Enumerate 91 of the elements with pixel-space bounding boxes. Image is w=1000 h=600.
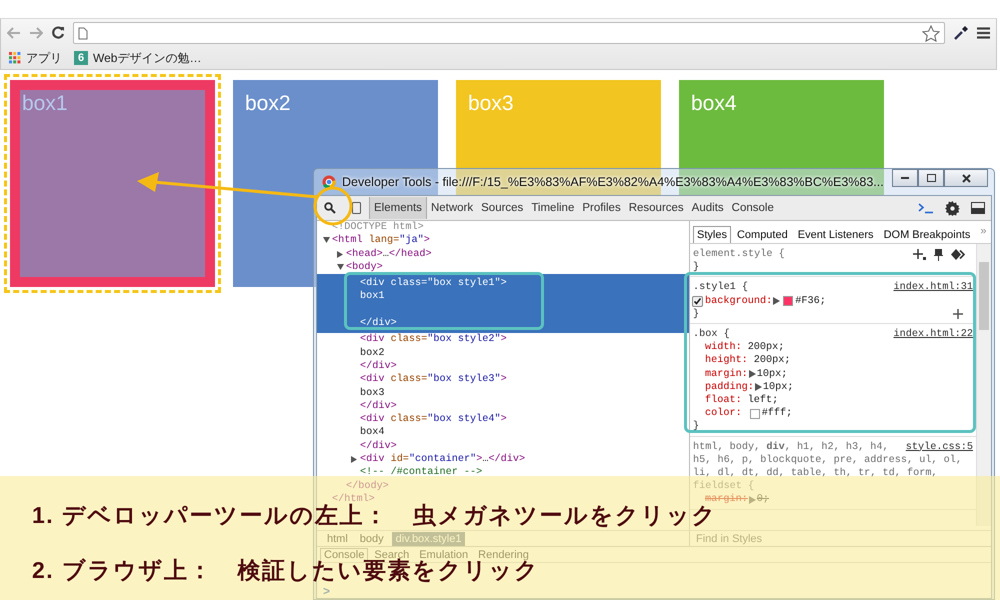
node-text[interactable]: box3 [360,388,384,399]
instruction-text: 1. デベロッパーツールの左上： 虫メガネツールをクリック [32,504,718,527]
chrome-logo-icon [322,175,336,189]
html-tag[interactable]: <!-- /#container --> [360,467,482,478]
site-icon: 6 [74,51,88,65]
css-selector-line: li, dl, dt, dd, table, th, tr, td, form, [693,467,938,480]
new-rule-icon[interactable] [913,249,926,260]
node-text[interactable]: box4 [360,427,384,438]
closing-brace: } [693,261,700,274]
phone-icon[interactable] [352,202,360,214]
diamond-icon[interactable] [951,249,965,260]
sidebar-tab[interactable]: Computed [732,226,792,243]
property-name: margin: [705,493,748,506]
html-tag[interactable]: <div id="container">…</div> [360,454,526,466]
instruction-text: 2. ブラウザ上： 検証したい要素をクリック [32,559,540,582]
sidebar-tab[interactable]: Event Listeners [794,226,878,243]
close-icon[interactable] [962,174,970,182]
page-icon [78,26,88,40]
expand-arrow-icon[interactable] [754,383,762,392]
property-name: float: [705,394,742,408]
html-tag[interactable]: <!DOCTYPE html> [332,222,424,233]
expand-arrow-icon[interactable] [773,297,780,306]
menu-icon[interactable] [977,27,990,39]
css-selector: element.style { [693,248,785,262]
expanded-arrow-icon[interactable] [323,237,330,244]
property-value: left; [748,394,778,408]
panel-tab[interactable]: Profiles [578,197,625,219]
html-tag[interactable]: <body> [346,262,383,273]
css-selector: .box { [693,328,730,342]
eyedropper-icon[interactable] [953,25,969,41]
collapsed-arrow-icon[interactable] [351,456,358,464]
property-value: #fff; [762,407,792,420]
more-tabs-chevron[interactable]: » [976,225,986,243]
property-name: height: [705,354,748,368]
color-swatch[interactable] [750,408,760,419]
panel-tab[interactable]: Sources [477,197,528,219]
property-value: 10px; [756,368,788,381]
source-link[interactable]: index.html:22 [894,328,973,342]
html-tag[interactable]: </div> [360,400,397,412]
node-text[interactable]: box2 [360,348,384,359]
collapsed-arrow-icon[interactable] [337,250,344,258]
star-icon[interactable] [922,24,940,42]
filter-field[interactable]: Find in Styles [690,530,991,546]
html-tag[interactable]: </div> [360,318,397,330]
html-tag[interactable]: <head>…</head> [346,248,432,260]
minimize-icon[interactable] [901,176,909,180]
add-icon[interactable] [953,309,963,320]
maximize-button[interactable] [918,169,944,187]
close-button[interactable] [944,169,988,187]
html-tag[interactable]: <div class="box style4"> [360,414,507,426]
expand-arrow-icon[interactable] [748,370,756,378]
css-selector-line: h5, h6, p, blockquote, pre, address, ul, ol, [693,454,962,468]
reload-icon[interactable] [51,26,65,40]
source-link[interactable]: style.css:5 [906,440,973,454]
html-tag[interactable]: <div class="box style2"> [360,334,507,346]
minimize-button[interactable] [892,169,918,187]
property-value: 200px; [754,354,790,368]
panel-tab[interactable]: Console [728,197,778,219]
apps-grid-icon [9,52,21,64]
expanded-arrow-icon[interactable] [337,264,344,271]
property-value: #F36; [795,294,826,308]
property-value: 10px; [762,380,794,394]
search-icon[interactable] [324,202,336,214]
property-value: 0; [756,493,770,507]
color-swatch[interactable] [783,296,794,306]
closing-brace: } [693,420,700,434]
html-tag[interactable]: <div class="box style3"> [360,374,507,386]
property-name: width: [705,341,742,354]
property-name: color: [705,407,742,420]
closing-brace: } [693,308,700,322]
scrollbar[interactable] [976,244,991,526]
property-name: padding: [705,380,754,394]
bookmark-item[interactable]: 6 Webデザインの勉… [74,50,202,66]
property-checkbox[interactable] [692,296,703,307]
property-name: margin: [705,368,748,381]
bookmark-item[interactable]: アプリ [9,50,62,66]
html-tag[interactable]: </div> [360,440,397,452]
panel-tab[interactable]: Timeline [527,197,578,219]
html-tag[interactable]: <html lang="ja"> [332,235,430,246]
source-link[interactable]: index.html:31 [894,281,973,295]
property-name: background: [705,294,772,308]
property-value: 200px; [748,341,784,354]
panel-tab[interactable]: Audits [688,197,728,219]
sidebar-tab[interactable]: Styles [693,226,731,243]
panel-tab[interactable]: Elements [369,197,427,219]
selected-node[interactable]: <div class="box style1"> box1 </div> [317,274,689,334]
css-selector-line: html, body, div, h1, h2, h3, h4, [693,440,889,454]
node-text[interactable]: box1 [360,291,384,302]
pin-icon[interactable] [934,248,943,261]
maximize-icon[interactable] [926,174,936,182]
html-tag[interactable]: </div> [360,360,397,372]
